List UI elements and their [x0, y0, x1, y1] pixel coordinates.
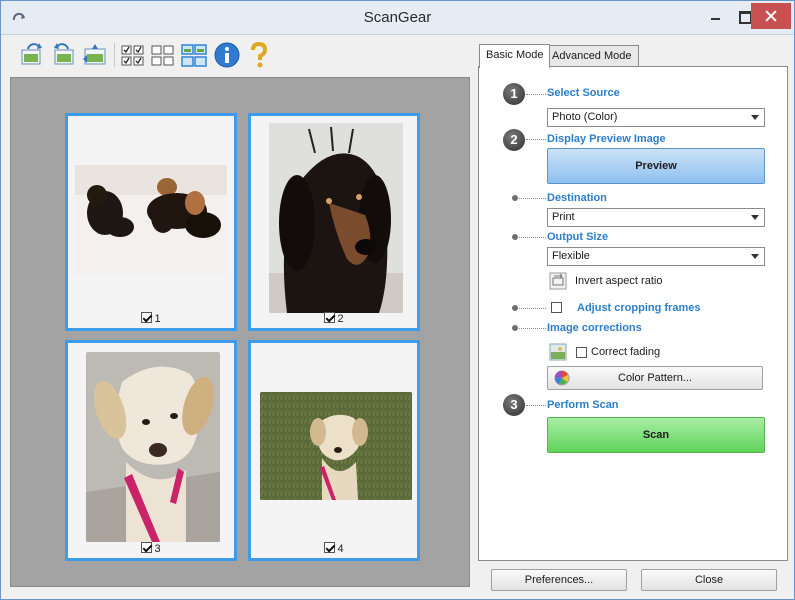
invert-aspect-ratio-icon[interactable]: [549, 272, 567, 290]
select-source-dropdown[interactable]: Photo (Color): [547, 108, 765, 127]
preview-button[interactable]: Preview: [547, 148, 765, 184]
connector-line: [519, 198, 546, 199]
basic-mode-panel: 1 Select Source Photo (Color) 2 Display …: [478, 66, 788, 561]
color-pattern-button[interactable]: Color Pattern...: [547, 366, 763, 390]
adjust-cropping-bullet: [512, 305, 518, 311]
thumbnail-image-2: [269, 123, 403, 313]
display-preview-label: Display Preview Image: [547, 133, 666, 145]
output-size-bullet: [512, 234, 518, 240]
connector-line: [519, 328, 546, 329]
destination-bullet: [512, 195, 518, 201]
destination-value: Print: [552, 211, 575, 223]
connector-line: [526, 139, 546, 140]
close-button[interactable]: Close: [641, 569, 777, 591]
info-icon[interactable]: [213, 41, 241, 69]
image-corrections-bullet: [512, 325, 518, 331]
thumbnail-checkbox-row-2: 2: [251, 312, 417, 325]
destination-dropdown[interactable]: Print: [547, 208, 765, 227]
destination-label: Destination: [547, 192, 607, 204]
scangear-window: ScanGear 1 2 3 4 Basic Mode Advanced Mod…: [0, 0, 795, 600]
toolbar: [9, 37, 469, 77]
step-3-badge: 3: [503, 394, 525, 416]
thumbnail-checkbox-row-1: 1: [68, 312, 234, 325]
minimize-button[interactable]: [701, 3, 731, 29]
rotate-right-icon[interactable]: [49, 41, 77, 69]
correct-fading-icon: [549, 343, 567, 361]
thumbnail-frame-2[interactable]: 2: [248, 113, 420, 331]
adjust-cropping-checkbox[interactable]: [551, 302, 562, 313]
thumbnail-checkbox-4[interactable]: [324, 542, 336, 553]
close-window-button[interactable]: [751, 3, 791, 29]
thumbnail-frame-1[interactable]: 1: [65, 113, 237, 331]
tab-advanced-mode[interactable]: Advanced Mode: [545, 45, 639, 67]
thumbnail-checkbox-3[interactable]: [141, 542, 153, 553]
chevron-down-icon: [751, 215, 759, 220]
chevron-down-icon: [751, 115, 759, 120]
thumbnail-image-3: [86, 352, 220, 542]
correct-fading-label: Correct fading: [591, 346, 661, 358]
connector-line: [519, 308, 546, 309]
auto-crop-icon[interactable]: [81, 41, 109, 69]
output-size-label: Output Size: [547, 231, 609, 243]
select-source-label: Select Source: [547, 87, 620, 99]
thumbnail-checkbox-row-3: 3: [68, 542, 234, 555]
scan-button[interactable]: Scan: [547, 417, 765, 453]
thumbnail-frame-3[interactable]: 3: [65, 340, 237, 561]
thumbnail-checkbox-2[interactable]: [324, 312, 336, 323]
adjust-cropping-label: Adjust cropping frames: [577, 302, 701, 314]
chevron-down-icon: [751, 254, 759, 259]
perform-scan-label: Perform Scan: [547, 399, 619, 411]
thumbnail-number-2: 2: [337, 313, 344, 325]
title-bar: ScanGear: [1, 1, 794, 35]
color-pattern-label: Color Pattern...: [618, 372, 692, 384]
thumbnail-number-3: 3: [154, 543, 161, 555]
preview-area[interactable]: 1 2 3 4: [10, 77, 470, 587]
select-source-value: Photo (Color): [552, 111, 618, 123]
toolbar-separator: [114, 43, 115, 67]
connector-line: [526, 405, 546, 406]
help-icon[interactable]: [245, 41, 273, 69]
rotate-left-icon[interactable]: [19, 41, 47, 69]
thumbnail-image-1: [75, 165, 227, 275]
image-corrections-label: Image corrections: [547, 322, 642, 334]
correct-fading-checkbox[interactable]: [576, 347, 587, 358]
deselect-all-frames-icon[interactable]: [149, 41, 177, 69]
preferences-button[interactable]: Preferences...: [491, 569, 627, 591]
thumbnail-number-1: 1: [154, 313, 161, 325]
thumbnail-image-4: [260, 392, 412, 500]
tab-basic-mode[interactable]: Basic Mode: [479, 44, 551, 68]
window-title: ScanGear: [363, 9, 432, 26]
connector-line: [526, 94, 546, 95]
thumbnail-number-4: 4: [337, 543, 344, 555]
output-size-dropdown[interactable]: Flexible: [547, 247, 765, 266]
connector-line: [519, 237, 546, 238]
select-all-frames-icon[interactable]: [119, 41, 147, 69]
multi-crop-view-icon[interactable]: [180, 41, 208, 69]
output-size-value: Flexible: [552, 250, 590, 262]
step-1-badge: 1: [503, 83, 525, 105]
thumbnail-checkbox-row-4: 4: [251, 542, 417, 555]
invert-aspect-ratio-label: Invert aspect ratio: [575, 275, 663, 287]
thumbnail-checkbox-1[interactable]: [141, 312, 153, 323]
color-pattern-icon: [554, 370, 570, 386]
thumbnail-frame-4[interactable]: 4: [248, 340, 420, 561]
step-2-badge: 2: [503, 129, 525, 151]
